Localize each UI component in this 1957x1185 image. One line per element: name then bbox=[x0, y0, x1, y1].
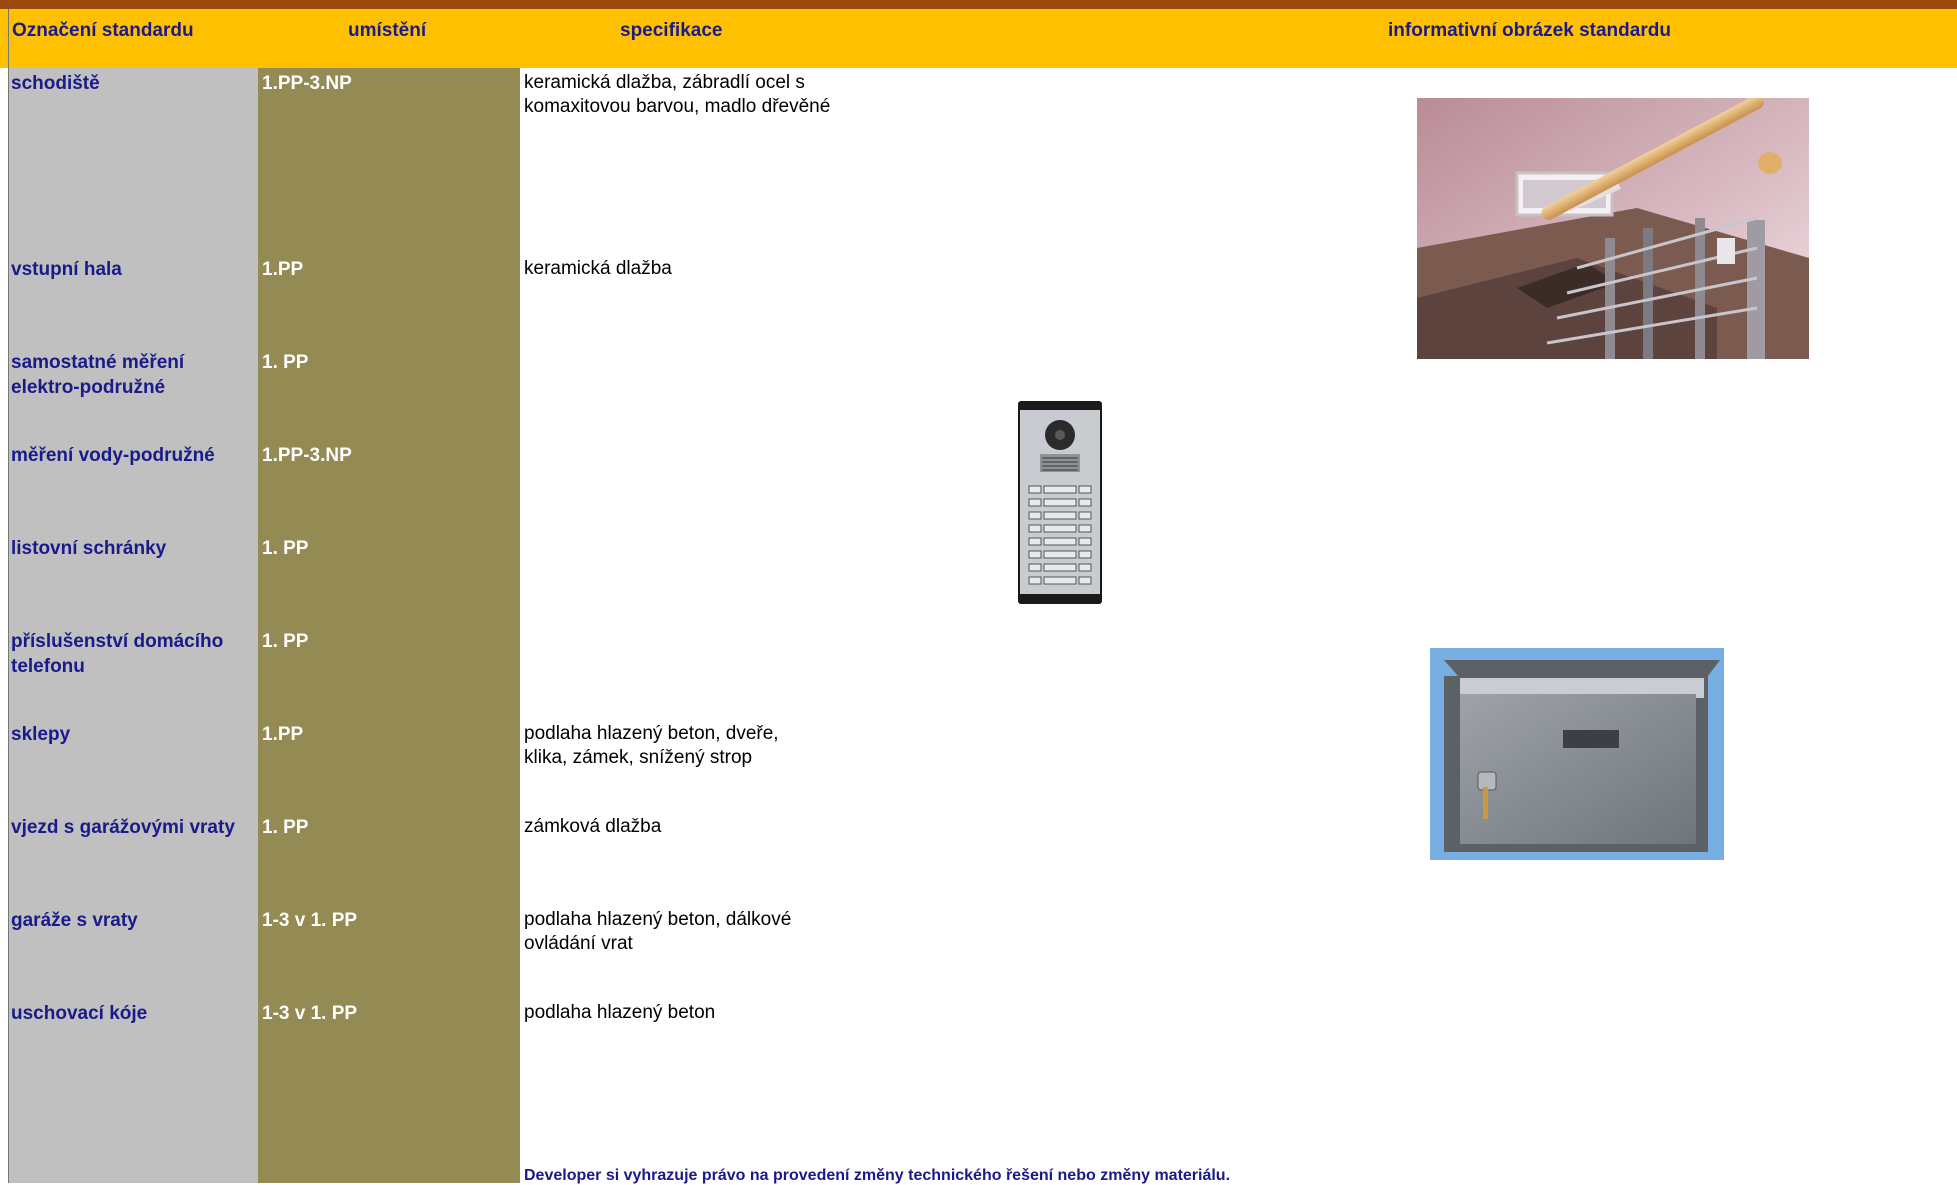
standard-location: 1-3 v 1. PP bbox=[262, 1003, 358, 1024]
standard-spec: keramická dlažba, zábradlí ocel s komaxi… bbox=[524, 72, 831, 117]
standard-name: listovní schránky bbox=[11, 538, 167, 559]
standard-name: vjezd s garážovými vraty bbox=[11, 817, 235, 838]
standard-location: 1.PP-3.NP bbox=[262, 73, 352, 94]
table-header: Označení standardu umístění specifikace … bbox=[0, 9, 1957, 68]
standard-spec: podlaha hlazený beton, dálkové ovládání … bbox=[524, 909, 792, 954]
standard-location: 1. PP bbox=[262, 817, 309, 838]
standard-name: vstupní hala bbox=[11, 259, 122, 280]
standard-location: 1. PP bbox=[262, 352, 309, 373]
header-umisteni: umístění bbox=[348, 20, 427, 41]
table-row: garáže s vraty 1-3 v 1. PP podlaha hlaze… bbox=[0, 905, 1957, 998]
table-row: měření vody-podružné 1.PP-3.NP bbox=[0, 440, 1957, 533]
footer-disclaimer: Developer si vyhrazuje právo na proveden… bbox=[524, 1167, 1231, 1184]
header-oznaceni: Označení standardu bbox=[12, 20, 194, 41]
standard-spec: podlaha hlazený beton, dveře, klika, zám… bbox=[524, 723, 779, 768]
standard-name: příslušenství domácího telefonu bbox=[11, 631, 224, 677]
standard-location: 1. PP bbox=[262, 631, 309, 652]
standard-location: 1.PP-3.NP bbox=[262, 445, 352, 466]
standard-spec: podlaha hlazený beton bbox=[524, 1002, 716, 1023]
top-border bbox=[0, 0, 1957, 9]
table-row: uschovací kóje 1-3 v 1. PP podlaha hlaze… bbox=[0, 998, 1957, 1091]
standard-spec: keramická dlažba bbox=[524, 258, 672, 279]
standard-location: 1-3 v 1. PP bbox=[262, 910, 358, 931]
header-specifikace: specifikace bbox=[620, 20, 723, 41]
standard-name: samostatné měření elektro-podružné bbox=[11, 352, 185, 398]
header-obrazek: informativní obrázek standardu bbox=[1388, 20, 1671, 41]
standard-location: 1.PP bbox=[262, 724, 304, 745]
staircase-photo bbox=[1417, 98, 1809, 359]
intercom-panel-photo bbox=[1015, 401, 1105, 604]
standard-name: měření vody-podružné bbox=[11, 445, 215, 466]
standard-location: 1.PP bbox=[262, 259, 304, 280]
table-row: samostatné měření elektro-podružné 1. PP bbox=[0, 347, 1957, 440]
standard-name: uschovací kóje bbox=[11, 1003, 148, 1024]
standard-location: 1. PP bbox=[262, 538, 309, 559]
standard-name: schodiště bbox=[11, 73, 100, 94]
mailbox-photo bbox=[1430, 648, 1724, 860]
table-row: listovní schránky 1. PP bbox=[0, 533, 1957, 626]
standard-name: sklepy bbox=[11, 724, 71, 745]
standard-name: garáže s vraty bbox=[11, 910, 138, 931]
standard-spec: zámková dlažba bbox=[524, 816, 662, 837]
